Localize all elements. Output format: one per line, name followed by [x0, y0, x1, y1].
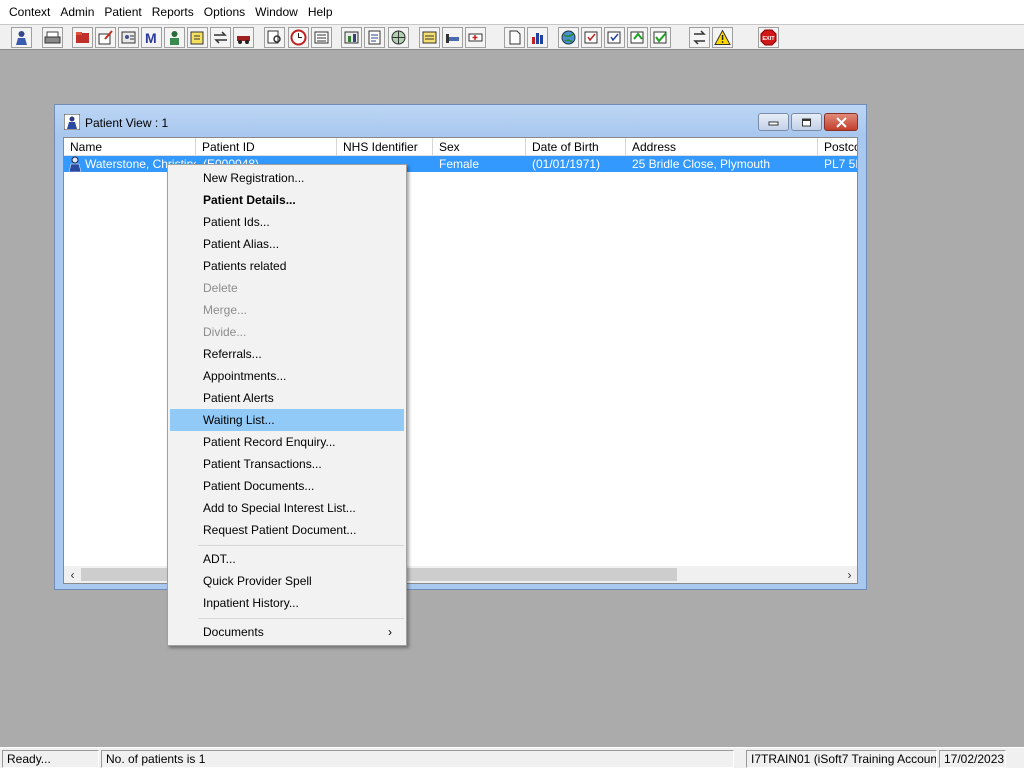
list-header: Name Patient ID NHS Identifier Sex Date …: [64, 138, 857, 156]
menu-item-add-special-interest[interactable]: Add to Special Interest List...: [170, 497, 404, 519]
column-header-name[interactable]: Name: [64, 138, 196, 156]
menu-window[interactable]: Window: [250, 0, 303, 24]
menu-item-inpatient-history[interactable]: Inpatient History...: [170, 592, 404, 614]
menu-item-divide: Divide...: [203, 325, 247, 339]
column-header-nhs-identifier[interactable]: NHS Identifier: [337, 138, 433, 156]
menu-admin[interactable]: Admin: [55, 0, 99, 24]
contacts-icon[interactable]: [118, 27, 139, 48]
list-icon[interactable]: [311, 27, 332, 48]
bed-icon[interactable]: [442, 27, 463, 48]
notes-icon[interactable]: [187, 27, 208, 48]
svg-text:M: M: [145, 30, 157, 46]
status-user: I7TRAIN01 (iSoft7 Training Account): [746, 750, 937, 768]
edit-icon[interactable]: [95, 27, 116, 48]
window-title: Patient View : 1: [85, 116, 169, 130]
column-header-patient-id[interactable]: Patient ID: [196, 138, 337, 156]
search-doc-icon[interactable]: [264, 27, 285, 48]
tick-list-icon[interactable]: [604, 27, 625, 48]
menu-separator: [198, 618, 404, 619]
menu-item-quick-provider-spell[interactable]: Quick Provider Spell: [170, 570, 404, 592]
document-icon[interactable]: [364, 27, 385, 48]
menu-item-patients-related[interactable]: Patients related: [170, 255, 404, 277]
green-arrow-icon[interactable]: [627, 27, 648, 48]
status-date: 17/02/2023: [939, 750, 1006, 768]
menu-item-documents-label: Documents: [203, 625, 264, 639]
menu-item-patient-record-enquiry[interactable]: Patient Record Enquiry...: [170, 431, 404, 453]
check-flag-icon[interactable]: [581, 27, 602, 48]
menu-item-patient-details[interactable]: Patient Details...: [170, 189, 404, 211]
status-bar: Ready... No. of patients is 1 I7TRAIN01 …: [0, 747, 1024, 768]
menu-item-patient-documents[interactable]: Patient Documents...: [170, 475, 404, 497]
menu-item-appointments[interactable]: Appointments...: [170, 365, 404, 387]
toolbar: M EXIT: [0, 24, 1024, 50]
close-icon: [835, 116, 847, 128]
menu-bar: Context Admin Patient Reports Options Wi…: [0, 0, 1024, 24]
globe-icon[interactable]: [388, 27, 409, 48]
menu-item-documents[interactable]: Documents ›: [170, 621, 404, 643]
cell-sex: Female: [439, 157, 480, 171]
restore-icon: [802, 118, 811, 126]
menu-item-referrals[interactable]: Referrals...: [170, 343, 404, 365]
print-icon[interactable]: [42, 27, 63, 48]
ambulance-icon[interactable]: [465, 27, 486, 48]
folder-icon[interactable]: [72, 27, 93, 48]
menu-item-delete: Delete: [203, 281, 238, 295]
menu-item-patient-ids[interactable]: Patient Ids...: [170, 211, 404, 233]
column-header-postcode[interactable]: Postco: [818, 138, 857, 156]
submenu-arrow-icon: ›: [388, 625, 392, 639]
window-title-bar[interactable]: Patient View : 1: [55, 105, 866, 137]
minimize-button[interactable]: [758, 113, 789, 131]
notepad-icon[interactable]: [419, 27, 440, 48]
menu-context[interactable]: Context: [4, 0, 55, 24]
menu-item-request-patient-document[interactable]: Request Patient Document...: [170, 519, 404, 541]
cell-address: 25 Bridle Close, Plymouth: [632, 157, 771, 171]
menu-item-adt[interactable]: ADT...: [170, 548, 404, 570]
menu-item-new-registration[interactable]: New Registration...: [170, 167, 404, 189]
menu-item-patient-alerts[interactable]: Patient Alerts: [170, 387, 404, 409]
status-patient-count: No. of patients is 1: [101, 750, 734, 768]
patient-search-icon[interactable]: [11, 27, 32, 48]
switch-icon[interactable]: [689, 27, 710, 48]
menu-item-waiting-list[interactable]: Waiting List...: [170, 409, 404, 431]
car-icon[interactable]: [233, 27, 254, 48]
page-icon[interactable]: [504, 27, 525, 48]
cell-postcode: PL7 5L: [824, 157, 857, 171]
column-header-date-of-birth[interactable]: Date of Birth: [526, 138, 626, 156]
status-ready: Ready...: [2, 750, 99, 768]
close-button[interactable]: [824, 113, 858, 131]
menu-help[interactable]: Help: [303, 0, 338, 24]
mail-icon[interactable]: M: [141, 27, 162, 48]
transfer-icon[interactable]: [210, 27, 231, 48]
clinician-icon[interactable]: [164, 27, 185, 48]
bar-chart-icon[interactable]: [527, 27, 548, 48]
patient-context-menu: New Registration... Patient Details... P…: [167, 164, 407, 646]
restore-button[interactable]: [791, 113, 822, 131]
column-header-address[interactable]: Address: [626, 138, 818, 156]
menu-item-merge: Merge...: [203, 303, 248, 317]
menu-item-patient-alias[interactable]: Patient Alias...: [170, 233, 404, 255]
column-header-sex[interactable]: Sex: [433, 138, 526, 156]
menu-options[interactable]: Options: [199, 0, 250, 24]
world-icon[interactable]: [558, 27, 579, 48]
chart-icon[interactable]: [341, 27, 362, 48]
patient-window-icon: [64, 114, 80, 130]
clock-icon[interactable]: [288, 27, 309, 48]
minimize-icon: [768, 121, 779, 125]
menu-reports[interactable]: Reports: [147, 0, 199, 24]
svg-text:EXIT: EXIT: [762, 36, 775, 42]
menu-separator: [198, 545, 404, 546]
cell-dob: (01/01/1971): [532, 157, 601, 171]
exit-icon[interactable]: EXIT: [758, 27, 779, 48]
green-tick-icon[interactable]: [650, 27, 671, 48]
warning-icon[interactable]: [712, 27, 733, 48]
menu-item-patient-transactions[interactable]: Patient Transactions...: [170, 453, 404, 475]
scroll-left-icon[interactable]: ‹: [64, 566, 81, 583]
menu-patient[interactable]: Patient: [99, 0, 146, 24]
scroll-right-icon[interactable]: ›: [841, 566, 857, 583]
